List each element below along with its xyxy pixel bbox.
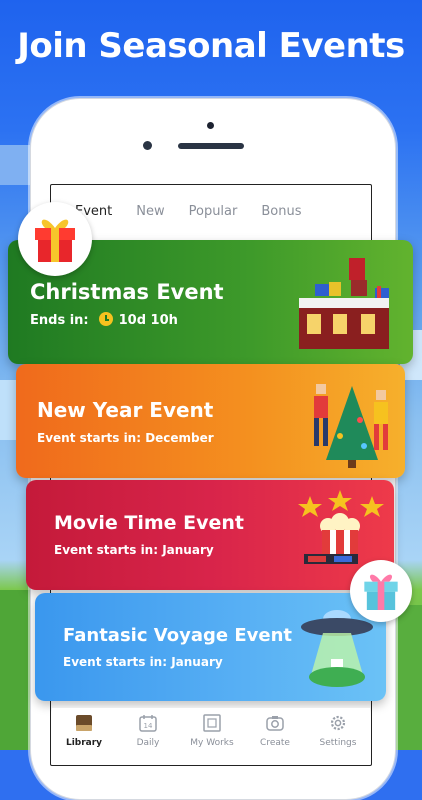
gift-badge (18, 202, 92, 276)
svg-text:14: 14 (144, 722, 153, 730)
gear-icon (330, 715, 346, 731)
card-title: Movie Time Event (54, 512, 244, 534)
headline: Join Seasonal Events (17, 26, 405, 66)
pixel-cloud-left (0, 145, 30, 185)
pixel-ground-left (0, 590, 30, 750)
bottom-nav: Library 14 Daily My Works Create Setting… (52, 708, 370, 750)
tab-bonus[interactable]: Bonus (261, 204, 301, 219)
library-icon (76, 715, 92, 731)
gift-icon (35, 219, 75, 262)
frame-icon (203, 714, 221, 732)
gift-icon (364, 574, 398, 610)
card-title: New Year Event (37, 398, 214, 422)
phone-speaker (178, 143, 244, 149)
new-year-party-icon (314, 384, 388, 468)
card-title: Christmas Event (30, 280, 224, 304)
phone-sensor (207, 122, 214, 129)
card-subtitle: Event starts in: December (37, 431, 214, 445)
tab-new[interactable]: New (136, 204, 164, 219)
movie-time-event-card[interactable]: Movie Time Event Event starts in: Januar… (26, 480, 394, 590)
gift-badge-blue (350, 560, 412, 622)
camera-icon (266, 716, 284, 731)
fantasic-voyage-event-card[interactable]: Fantasic Voyage Event Event starts in: J… (35, 593, 386, 701)
christmas-house-icon (299, 258, 389, 349)
phone-camera (143, 141, 152, 150)
tab-bar: Event New Popular Bonus (75, 204, 325, 219)
clock-icon (98, 312, 113, 326)
card-subtitle: Event starts in: January (54, 543, 214, 557)
new-year-event-card[interactable]: New Year Event Event starts in: December (16, 364, 405, 478)
card-subtitle: Event starts in: January (63, 655, 223, 669)
pixel-ground-right (394, 605, 422, 750)
tab-popular[interactable]: Popular (189, 204, 238, 219)
card-title: Fantasic Voyage Event (63, 625, 292, 646)
card-countdown: Ends in: 10d 10h (30, 312, 178, 328)
calendar-icon: 14 (139, 715, 157, 732)
